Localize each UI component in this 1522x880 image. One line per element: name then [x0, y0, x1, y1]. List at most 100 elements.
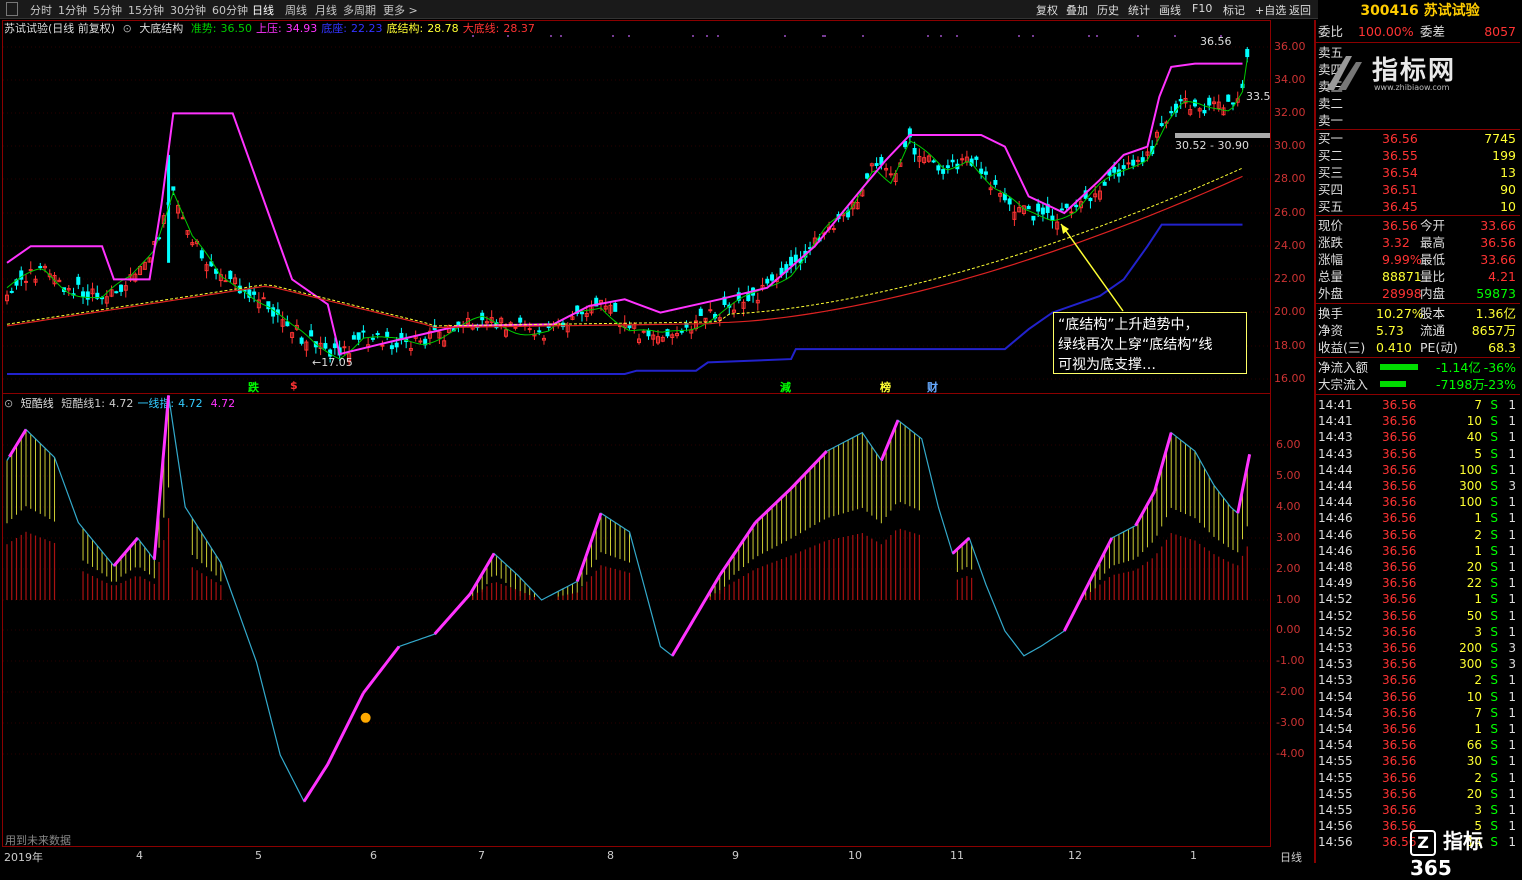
toolbar-btn-2[interactable]: 历史 [1097, 2, 1119, 18]
tick-row: 14:44 36.56 100 S 1 [1316, 494, 1520, 510]
tick-side-18: S [1490, 689, 1498, 704]
candle-body [874, 163, 879, 166]
candle-body [1088, 197, 1093, 202]
toolbar-btn-3[interactable]: 统计 [1128, 2, 1150, 18]
date-tick-1: 4 [136, 849, 143, 862]
candle-body [1050, 215, 1055, 221]
toolbar-btn-8[interactable]: 返回 [1289, 2, 1311, 18]
osc-tick-3: 3.00 [1276, 531, 1301, 544]
toolbar-btn-5[interactable]: F10 [1192, 2, 1212, 15]
tick-price-25: 36.56 [1382, 803, 1417, 817]
candle-body [285, 321, 290, 327]
menu-icon[interactable] [6, 2, 18, 16]
tab-5[interactable]: 60分钟 [212, 2, 248, 18]
stat2-row-2: 收益(三) 0.410 PE(动) 68.3 [1316, 339, 1520, 356]
weibi-label: 委比 [1318, 24, 1344, 39]
tick-count-23: 1 [1508, 770, 1516, 785]
candle-body [385, 331, 390, 337]
tab-7[interactable]: 周线 [285, 2, 307, 18]
candle-body [1102, 181, 1107, 186]
candle-body [646, 330, 651, 337]
tab-6[interactable]: 日线 [252, 2, 274, 18]
tick-side-14: S [1490, 624, 1498, 639]
weibi-value: 100.00% [1358, 24, 1414, 39]
candle-body [979, 168, 984, 174]
period-toolbar: 分时 1分钟 5分钟 15分钟 30分钟 60分钟 日线 周线 月线 多周期 更多 > 复权 叠加 历史… [0, 0, 1522, 19]
tick-vol-5: 300 [1459, 479, 1482, 493]
date-tick-6: 9 [732, 849, 739, 862]
tick-price-11: 36.56 [1382, 576, 1417, 591]
panel-divider [1314, 20, 1316, 863]
candle-body [114, 291, 119, 294]
tick-price-9: 36.56 [1382, 543, 1417, 558]
tick-price-13: 36.56 [1382, 608, 1417, 623]
tab-0[interactable]: 分时 [30, 2, 52, 18]
tick-side-4: S [1490, 462, 1498, 477]
flow-value-0: -1.14亿 [1436, 360, 1481, 375]
top-marker [1174, 35, 1176, 37]
candle-body [641, 330, 646, 333]
tick-time-7: 14:46 [1318, 511, 1353, 526]
price-tick-0: 36.00 [1274, 40, 1306, 53]
range-label: 30.52 - 30.90 [1175, 139, 1249, 152]
stat2-v2-0: 1.36亿 [1475, 306, 1516, 321]
candle-body [579, 311, 584, 315]
toolbar-btn-6[interactable]: 标记 [1223, 2, 1245, 18]
tab-10[interactable]: 更多 > [383, 2, 418, 18]
tab-9[interactable]: 多周期 [343, 2, 376, 18]
tick-count-5: 3 [1508, 479, 1516, 493]
price-tick-5: 26.00 [1274, 206, 1306, 219]
weici-value: 8057 [1484, 24, 1516, 39]
buy-vol-2: 13 [1500, 165, 1516, 180]
tick-row: 14:46 36.56 1 S 1 [1316, 543, 1520, 559]
price-tick-3: 30.00 [1274, 139, 1306, 152]
candle-body [613, 302, 618, 312]
candle-body [698, 308, 703, 317]
tick-side-20: S [1490, 722, 1498, 736]
tick-price-22: 36.56 [1382, 754, 1417, 769]
stat2-row-0: 换手 10.27% 股本 1.36亿 [1316, 305, 1520, 322]
tab-8[interactable]: 月线 [315, 2, 337, 18]
tick-vol-19: 7 [1474, 705, 1482, 720]
candle-body [361, 330, 366, 333]
tick-time-3: 14:43 [1318, 446, 1353, 461]
candle-body [323, 343, 328, 349]
tick-side-8: S [1490, 527, 1498, 542]
stat-v2-4: 59873 [1476, 286, 1516, 301]
price-tick-10: 16.00 [1274, 372, 1306, 385]
tick-price-2: 36.56 [1382, 430, 1417, 445]
tick-count-13: 1 [1508, 608, 1516, 623]
top-marker [560, 35, 562, 37]
oscillator-chart[interactable] [2, 393, 1271, 847]
tick-time-26: 14:56 [1318, 819, 1353, 834]
stat-l2-3: 量比 [1420, 269, 1446, 284]
toolbar-btn-4[interactable]: 画线 [1159, 2, 1181, 18]
toolbar-btn-0[interactable]: 复权 [1036, 2, 1058, 18]
stat-v1-4: 28998 [1382, 286, 1422, 301]
tab-3[interactable]: 15分钟 [128, 2, 164, 18]
tab-1[interactable]: 1分钟 [58, 2, 87, 18]
toolbar-btn-7[interactable]: +自选 [1255, 2, 1286, 18]
osc-tick-9: -3.00 [1276, 716, 1305, 729]
tick-row: 14:54 36.56 10 S 1 [1316, 689, 1520, 705]
candle-body [765, 278, 770, 284]
tick-price-17: 36.56 [1382, 673, 1417, 688]
tick-vol-17: 2 [1474, 673, 1482, 688]
toolbar-btn-1[interactable]: 叠加 [1066, 2, 1088, 18]
tick-time-18: 14:54 [1318, 689, 1353, 704]
tick-vol-3: 5 [1474, 446, 1482, 461]
tick-count-0: 1 [1508, 398, 1516, 412]
low-label: ←17.05 [312, 356, 353, 369]
stock-name: 苏试试验 [1423, 3, 1480, 19]
tab-4[interactable]: 30分钟 [170, 2, 206, 18]
tab-2[interactable]: 5分钟 [93, 2, 122, 18]
candle-body [936, 165, 941, 171]
tick-count-11: 1 [1508, 576, 1516, 591]
stock-code: 300416 [1360, 3, 1419, 19]
tick-side-19: S [1490, 705, 1498, 720]
stat-l2-4: 内盘 [1420, 286, 1446, 301]
tick-vol-25: 3 [1474, 803, 1482, 817]
tick-vol-21: 66 [1466, 738, 1482, 753]
buy-price-2: 36.54 [1382, 165, 1418, 180]
tick-side-11: S [1490, 576, 1498, 591]
